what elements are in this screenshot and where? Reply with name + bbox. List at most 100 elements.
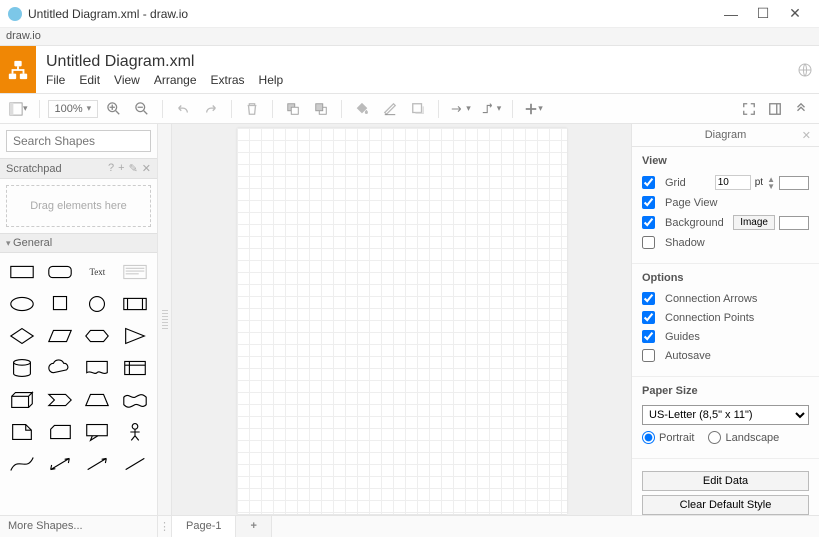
shape-arrow[interactable] [80, 451, 116, 477]
shape-cloud[interactable] [42, 355, 78, 381]
pageview-checkbox[interactable] [642, 196, 655, 209]
scratchpad-dropzone[interactable]: Drag elements here [6, 185, 151, 227]
language-icon[interactable] [791, 46, 819, 93]
menu-file[interactable]: File [46, 73, 65, 87]
scratchpad-add-icon[interactable]: + [118, 162, 124, 175]
shape-circle[interactable] [80, 291, 116, 317]
to-back-button[interactable] [309, 97, 333, 121]
shape-tape[interactable] [117, 387, 153, 413]
search-shapes-box [6, 130, 151, 152]
format-panel-title: Diagram ✕ [632, 124, 819, 147]
menu-help[interactable]: Help [259, 73, 284, 87]
undo-button[interactable] [171, 97, 195, 121]
menu-extras[interactable]: Extras [211, 73, 245, 87]
shape-rect[interactable] [4, 259, 40, 285]
canvas-page[interactable] [237, 128, 567, 514]
window-title: Untitled Diagram.xml - draw.io [28, 7, 715, 21]
scratchpad-edit-icon[interactable]: ✎ [129, 162, 138, 175]
guides-checkbox[interactable] [642, 330, 655, 343]
window-maximize-button[interactable]: ☐ [747, 4, 779, 24]
shape-card[interactable] [42, 419, 78, 445]
window-minimize-button[interactable]: — [715, 4, 747, 24]
shape-step[interactable] [42, 387, 78, 413]
fullscreen-button[interactable] [737, 97, 761, 121]
waypoint-button[interactable]: ▾ [478, 97, 505, 121]
shape-document[interactable] [80, 355, 116, 381]
view-dropdown-button[interactable]: ▾ [6, 97, 31, 121]
shadow-checkbox[interactable] [642, 236, 655, 249]
zoom-select[interactable]: 100%▾ [48, 100, 99, 118]
app-logo [0, 46, 36, 93]
pages-handle[interactable]: ⋮ [158, 516, 172, 537]
shape-ellipse[interactable] [4, 291, 40, 317]
shape-square[interactable] [42, 291, 78, 317]
general-section-header[interactable]: ▾ General [0, 233, 157, 253]
shape-curve[interactable] [4, 451, 40, 477]
background-image-button[interactable]: Image [733, 215, 775, 230]
shape-diamond[interactable] [4, 323, 40, 349]
zoom-out-button[interactable] [130, 97, 154, 121]
add-page-button[interactable]: + [236, 516, 271, 537]
document-title[interactable]: Untitled Diagram.xml [46, 53, 791, 71]
grid-color-swatch[interactable] [779, 176, 809, 190]
shape-process[interactable] [117, 291, 153, 317]
scratchpad-help-icon[interactable]: ? [108, 162, 114, 175]
shape-hexagon[interactable] [80, 323, 116, 349]
to-front-button[interactable] [281, 97, 305, 121]
shape-internal-storage[interactable] [117, 355, 153, 381]
shape-rounded-rect[interactable] [42, 259, 78, 285]
shape-bidir-arrow[interactable] [42, 451, 78, 477]
canvas-area[interactable] [172, 124, 631, 515]
background-checkbox[interactable] [642, 216, 655, 229]
sidebar-splitter[interactable] [158, 124, 172, 515]
autosave-label: Autosave [665, 350, 809, 362]
shape-textbox[interactable] [117, 259, 153, 285]
grid-size-input[interactable] [715, 175, 751, 190]
connection-button[interactable]: ▾ [447, 97, 474, 121]
shape-trapezoid[interactable] [80, 387, 116, 413]
autosave-checkbox[interactable] [642, 349, 655, 362]
more-shapes-button[interactable]: More Shapes... [0, 516, 158, 537]
shape-parallelogram[interactable] [42, 323, 78, 349]
page-tab-1[interactable]: Page-1 [172, 516, 236, 537]
menu-edit[interactable]: Edit [79, 73, 100, 87]
connection-arrows-checkbox[interactable] [642, 292, 655, 305]
connection-points-checkbox[interactable] [642, 311, 655, 324]
format-panel-button[interactable] [763, 97, 787, 121]
format-panel-close-icon[interactable]: ✕ [802, 129, 811, 142]
fill-color-button[interactable] [350, 97, 374, 121]
shape-callout[interactable] [80, 419, 116, 445]
shape-actor[interactable] [117, 419, 153, 445]
shape-line[interactable] [117, 451, 153, 477]
collapse-button[interactable] [789, 97, 813, 121]
shape-note[interactable] [4, 419, 40, 445]
window-close-button[interactable]: ✕ [779, 4, 811, 24]
edit-data-button[interactable]: Edit Data [642, 471, 809, 491]
shape-cube[interactable] [4, 387, 40, 413]
redo-button[interactable] [199, 97, 223, 121]
search-shapes-input[interactable] [13, 134, 158, 148]
connection-arrows-label: Connection Arrows [665, 293, 809, 305]
shape-triangle[interactable] [117, 323, 153, 349]
background-color-swatch[interactable] [779, 216, 809, 230]
portrait-radio[interactable] [642, 431, 655, 444]
delete-button[interactable] [240, 97, 264, 121]
shape-text[interactable]: Text [80, 259, 116, 285]
clear-default-style-button[interactable]: Clear Default Style [642, 495, 809, 515]
landscape-radio[interactable] [708, 431, 721, 444]
line-color-button[interactable] [378, 97, 402, 121]
main-area: Scratchpad ? + ✎ ✕ Drag elements here ▾ … [0, 124, 819, 515]
menu-arrange[interactable]: Arrange [154, 73, 197, 87]
insert-button[interactable]: ▾ [521, 97, 546, 121]
view-heading: View [642, 155, 809, 167]
shadow-button[interactable] [406, 97, 430, 121]
grid-label: Grid [665, 177, 711, 189]
scratchpad-header[interactable]: Scratchpad ? + ✎ ✕ [0, 158, 157, 179]
papersize-select[interactable]: US-Letter (8,5" x 11") [642, 405, 809, 425]
menu-view[interactable]: View [114, 73, 140, 87]
shape-cylinder[interactable] [4, 355, 40, 381]
scratchpad-close-icon[interactable]: ✕ [142, 162, 151, 175]
options-heading: Options [642, 272, 809, 284]
grid-checkbox[interactable] [642, 176, 655, 189]
zoom-in-button[interactable] [102, 97, 126, 121]
